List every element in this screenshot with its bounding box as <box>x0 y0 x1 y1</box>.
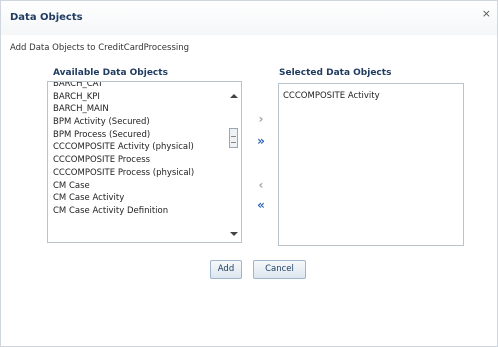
list-item[interactable]: BPM Process (Secured) <box>53 129 223 142</box>
available-objects-list[interactable]: BARCH_CAT BARCH_KPI BARCH_MAIN BPM Activity… <box>47 81 242 243</box>
list-item[interactable]: CM Case Activity <box>53 192 223 205</box>
dialog-title-bar: Data Objects × <box>1 1 497 35</box>
close-icon[interactable]: × <box>482 8 491 19</box>
list-item[interactable]: CCCOMPOSITE Activity (physical) <box>53 141 223 154</box>
list-item[interactable]: BARCH_CAT <box>53 82 223 91</box>
list-item[interactable]: CCCOMPOSITE Activity <box>283 90 453 103</box>
list-item[interactable]: CM Case Activity Definition <box>53 205 223 218</box>
list-item[interactable]: CCCOMPOSITE Process (physical) <box>53 167 223 180</box>
available-list-scrollbar[interactable] <box>227 82 241 242</box>
available-items-container: BARCH_CAT BARCH_KPI BARCH_MAIN BPM Activity… <box>53 82 223 218</box>
move-left-icon[interactable]: ‹ <box>253 179 269 191</box>
list-item[interactable]: CCCOMPOSITE Process <box>53 154 223 167</box>
list-item[interactable]: BARCH_MAIN <box>53 103 223 116</box>
move-all-left-icon[interactable]: « <box>253 199 269 211</box>
list-item[interactable]: BARCH_KPI <box>53 91 223 104</box>
scroll-down-arrow-icon[interactable] <box>230 232 238 236</box>
cancel-button[interactable]: Cancel <box>253 260 306 279</box>
data-objects-dialog: Data Objects × Add Data Objects to Credi… <box>0 0 498 347</box>
scroll-thumb[interactable] <box>229 128 238 148</box>
add-button[interactable]: Add <box>210 260 242 279</box>
selected-objects-header: Selected Data Objects <box>279 68 392 78</box>
move-right-icon[interactable]: › <box>253 113 269 125</box>
dialog-title: Data Objects <box>10 12 83 23</box>
list-item[interactable]: CM Case <box>53 180 223 193</box>
move-all-right-icon[interactable]: » <box>253 135 269 147</box>
available-objects-header: Available Data Objects <box>53 68 168 78</box>
list-item[interactable]: BPM Activity (Secured) <box>53 116 223 129</box>
selected-objects-list[interactable]: CCCOMPOSITE Activity <box>278 83 464 246</box>
selected-items-container: CCCOMPOSITE Activity <box>283 90 453 103</box>
scroll-up-arrow-icon[interactable] <box>230 94 238 98</box>
dialog-subtitle: Add Data Objects to CreditCardProcessing <box>10 43 190 53</box>
